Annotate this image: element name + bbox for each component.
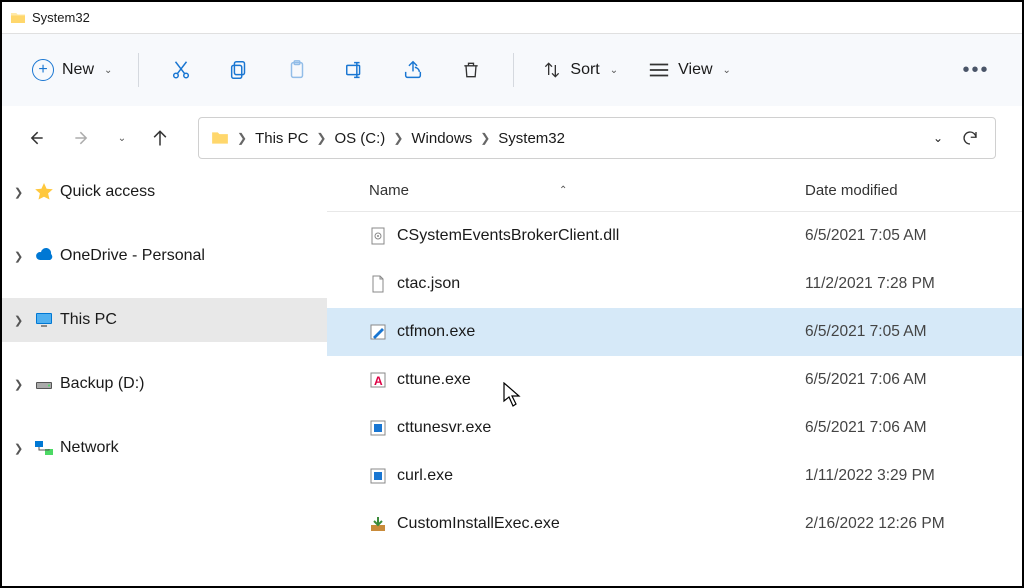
file-icon: A bbox=[369, 371, 387, 389]
chevron-right-icon: ❯ bbox=[14, 250, 28, 263]
file-name: curl.exe bbox=[397, 467, 453, 485]
chevron-right-icon: ❯ bbox=[14, 442, 28, 455]
table-row[interactable]: Acttune.exe 6/5/2021 7:06 AM bbox=[327, 356, 1022, 404]
sidebar-item-label: Quick access bbox=[60, 183, 155, 201]
back-button[interactable] bbox=[16, 118, 56, 158]
file-icon bbox=[369, 419, 387, 437]
share-button[interactable] bbox=[387, 48, 439, 92]
cut-button[interactable] bbox=[155, 48, 207, 92]
file-date: 2/16/2022 12:26 PM bbox=[793, 515, 1022, 533]
file-icon bbox=[369, 515, 387, 533]
table-row[interactable]: cttunesvr.exe 6/5/2021 7:06 AM bbox=[327, 404, 1022, 452]
titlebar: System32 bbox=[2, 2, 1022, 34]
sidebar-item-onedrive[interactable]: ❯ OneDrive - Personal bbox=[2, 234, 327, 278]
file-date: 6/5/2021 7:05 AM bbox=[793, 323, 1022, 341]
sidebar-item-this-pc[interactable]: ❯ This PC bbox=[2, 298, 327, 342]
sidebar-item-backup[interactable]: ❯ Backup (D:) bbox=[2, 362, 327, 406]
table-row[interactable]: CSystemEventsBrokerClient.dll 6/5/2021 7:… bbox=[327, 212, 1022, 260]
file-name: ctac.json bbox=[397, 275, 460, 293]
file-name: cttune.exe bbox=[397, 371, 471, 389]
sidebar-item-quick-access[interactable]: ❯ Quick access bbox=[2, 170, 327, 214]
column-headers: Name ⌃ Date modified bbox=[327, 170, 1022, 212]
chevron-right-icon: ❯ bbox=[14, 314, 28, 327]
monitor-icon bbox=[34, 310, 54, 330]
refresh-button[interactable] bbox=[961, 129, 979, 147]
more-button[interactable]: ••• bbox=[950, 48, 1002, 92]
chevron-right-icon: ❯ bbox=[14, 186, 28, 199]
window-title: System32 bbox=[32, 10, 90, 25]
column-date-modified[interactable]: Date modified bbox=[793, 182, 1022, 199]
drive-icon bbox=[34, 374, 54, 394]
sort-button[interactable]: Sort ⌄ bbox=[530, 54, 630, 86]
file-date: 6/5/2021 7:05 AM bbox=[793, 227, 1022, 245]
forward-button[interactable] bbox=[62, 118, 102, 158]
separator bbox=[513, 53, 514, 87]
content: ❯ Quick access ❯ OneDrive - Personal ❯ T… bbox=[2, 170, 1022, 586]
table-row[interactable]: CustomInstallExec.exe 2/16/2022 12:26 PM bbox=[327, 500, 1022, 548]
file-date: 6/5/2021 7:06 AM bbox=[793, 419, 1022, 437]
toolbar: + New ⌄ Sort ⌄ View ⌄ ••• bbox=[2, 34, 1022, 106]
sidebar-item-label: Backup (D:) bbox=[60, 375, 144, 393]
crumb-this-pc[interactable]: This PC bbox=[249, 126, 314, 151]
plus-icon: + bbox=[32, 59, 54, 81]
cloud-icon bbox=[34, 246, 54, 266]
chevron-right-icon: ❯ bbox=[235, 131, 249, 145]
crumb-windows[interactable]: Windows bbox=[405, 126, 478, 151]
new-button[interactable]: + New ⌄ bbox=[22, 53, 122, 87]
folder-icon bbox=[10, 10, 26, 26]
file-name: cttunesvr.exe bbox=[397, 419, 491, 437]
copy-button[interactable] bbox=[213, 48, 265, 92]
chevron-right-icon: ❯ bbox=[391, 131, 405, 145]
rename-button[interactable] bbox=[329, 48, 381, 92]
file-date: 6/5/2021 7:06 AM bbox=[793, 371, 1022, 389]
network-icon bbox=[34, 438, 54, 458]
crumb-system32[interactable]: System32 bbox=[492, 126, 571, 151]
delete-button[interactable] bbox=[445, 48, 497, 92]
sort-indicator-icon: ⌃ bbox=[559, 185, 567, 196]
folder-icon bbox=[211, 129, 229, 147]
file-name: ctfmon.exe bbox=[397, 323, 475, 341]
recent-button[interactable]: ⌄ bbox=[108, 118, 134, 158]
crumb-os-c[interactable]: OS (C:) bbox=[328, 126, 391, 151]
file-icon bbox=[369, 467, 387, 485]
table-row[interactable]: curl.exe 1/11/2022 3:29 PM bbox=[327, 452, 1022, 500]
sidebar-item-label: Network bbox=[60, 439, 119, 457]
address-bar[interactable]: ❯ This PC ❯ OS (C:) ❯ Windows ❯ System32… bbox=[198, 117, 996, 159]
navbar: ⌄ ❯ This PC ❯ OS (C:) ❯ Windows ❯ System… bbox=[2, 106, 1022, 170]
chevron-right-icon: ❯ bbox=[314, 131, 328, 145]
paste-button[interactable] bbox=[271, 48, 323, 92]
up-button[interactable] bbox=[140, 118, 180, 158]
chevron-down-icon: ⌄ bbox=[610, 65, 618, 76]
file-icon bbox=[369, 323, 387, 341]
file-name: CSystemEventsBrokerClient.dll bbox=[397, 227, 619, 245]
addr-dropdown-button[interactable]: ⌄ bbox=[933, 131, 943, 145]
sidebar-item-network[interactable]: ❯ Network bbox=[2, 426, 327, 470]
column-name[interactable]: Name ⌃ bbox=[327, 182, 793, 199]
file-name: CustomInstallExec.exe bbox=[397, 515, 560, 533]
chevron-down-icon: ⌄ bbox=[118, 133, 126, 144]
chevron-right-icon: ❯ bbox=[478, 131, 492, 145]
file-list: Name ⌃ Date modified CSystemEventsBroker… bbox=[327, 170, 1022, 586]
chevron-right-icon: ❯ bbox=[14, 378, 28, 391]
sidebar-item-label: This PC bbox=[60, 311, 117, 329]
sidebar: ❯ Quick access ❯ OneDrive - Personal ❯ T… bbox=[2, 170, 327, 586]
file-icon bbox=[369, 227, 387, 245]
svg-text:A: A bbox=[374, 374, 383, 388]
star-icon bbox=[34, 182, 54, 202]
view-button[interactable]: View ⌄ bbox=[636, 55, 743, 85]
table-row[interactable]: ctac.json 11/2/2021 7:28 PM bbox=[327, 260, 1022, 308]
sidebar-item-label: OneDrive - Personal bbox=[60, 247, 205, 265]
chevron-down-icon: ⌄ bbox=[104, 65, 112, 76]
separator bbox=[138, 53, 139, 87]
table-row[interactable]: ctfmon.exe 6/5/2021 7:05 AM bbox=[327, 308, 1022, 356]
file-date: 1/11/2022 3:29 PM bbox=[793, 467, 1022, 485]
file-icon bbox=[369, 275, 387, 293]
chevron-down-icon: ⌄ bbox=[723, 65, 731, 76]
file-date: 11/2/2021 7:28 PM bbox=[793, 275, 1022, 293]
